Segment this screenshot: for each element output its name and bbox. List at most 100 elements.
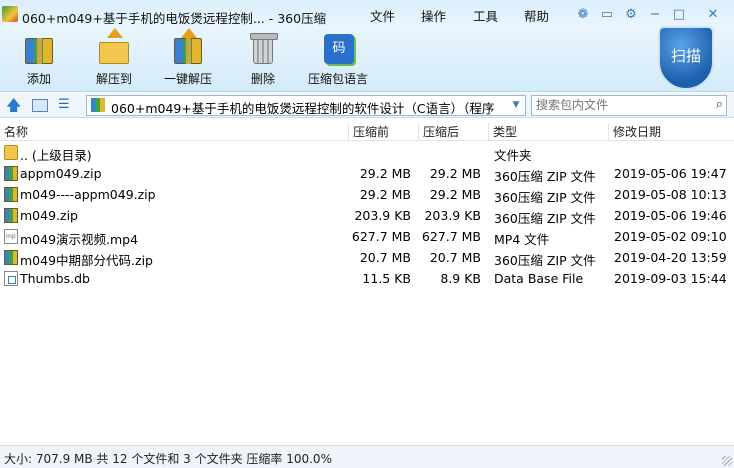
chevron-down-icon[interactable]: ▼ [509,98,523,113]
skin-icon[interactable]: ❁ [573,5,593,23]
path-text: 060+m049+基于手机的电饭煲远程控制的软件设计（C语言）（程序， [111,101,495,116]
file-packed-size: 20.7 MB [359,250,411,265]
menu-action[interactable]: 操作 [421,6,446,25]
scan-shield-button[interactable]: 扫描 [658,26,714,90]
file-unpacked-size: 203.9 KB [424,208,481,223]
archive-language-label: 压缩包语言 [307,72,368,86]
one-click-extract-icon [170,28,206,66]
search-box[interactable]: ⌕ [531,95,727,116]
zip-file-icon [4,187,18,202]
column-header: 名称 压缩前 压缩后 类型 修改日期 [0,119,734,141]
add-archive-icon [21,32,57,66]
list-item[interactable]: m049演示视频.mp4 627.7 MB 627.7 MB MP4 文件 20… [0,226,734,247]
file-modified: 2019-05-06 19:46 [614,208,727,223]
file-type: 360压缩 ZIP 文件 [494,253,596,268]
file-packed-size: 29.2 MB [359,166,411,181]
file-modified: 2019-05-08 10:13 [614,187,727,202]
column-divider[interactable] [418,123,419,141]
column-name[interactable]: 名称 [4,123,28,140]
settings-icon[interactable]: ⚙ [621,5,641,23]
list-item[interactable]: m049中期部分代码.zip 20.7 MB 20.7 MB 360压缩 ZIP… [0,247,734,268]
top-header: 060+m049+基于手机的电饭煲远程控制... - 360压缩 文件 操作 工… [0,0,734,92]
window-title: 060+m049+基于手机的电饭煲远程控制... - 360压缩 [22,11,327,26]
title-bar: 060+m049+基于手机的电饭煲远程控制... - 360压缩 文件 操作 工… [0,0,734,30]
archive-icon [91,98,105,112]
zip-file-icon [4,208,18,223]
file-unpacked-size: 8.9 KB [440,271,481,286]
database-file-icon [4,271,18,286]
up-arrow-icon[interactable]: 🡅 [6,97,24,113]
delete-button[interactable]: 删除 [243,32,283,90]
column-divider[interactable] [348,123,349,141]
file-modified: 2019-04-20 13:59 [614,250,727,265]
menu-file[interactable]: 文件 [370,6,395,25]
file-name: Thumbs.db [20,271,90,286]
file-type: 360压缩 ZIP 文件 [494,211,596,226]
menu-help[interactable]: 帮助 [524,6,549,25]
file-name: m049演示视频.mp4 [20,232,139,247]
extract-to-label: 解压到 [95,72,132,86]
add-label: 添加 [26,72,51,86]
scan-label: 扫描 [670,47,701,65]
list-item[interactable]: m049----appm049.zip 29.2 MB 29.2 MB 360压… [0,184,734,205]
file-modified: 2019-05-02 09:10 [614,229,727,244]
column-divider[interactable] [488,123,489,141]
file-packed-size: 11.5 KB [362,271,411,286]
file-name: appm049.zip [20,166,102,181]
add-button[interactable]: 添加 [16,32,62,90]
list-item[interactable]: m049.zip 203.9 KB 203.9 KB 360压缩 ZIP 文件 … [0,205,734,226]
search-input[interactable] [536,96,706,114]
extract-to-button[interactable]: 解压到 [88,28,140,90]
file-type: 360压缩 ZIP 文件 [494,169,596,184]
file-name: m049中期部分代码.zip [20,253,153,268]
menu-tools[interactable]: 工具 [473,6,498,25]
file-packed-size: 203.9 KB [354,208,411,223]
archive-language-button[interactable]: 码 压缩包语言 [306,32,370,90]
archive-language-icon: 码 [320,32,356,66]
resize-grip-icon[interactable] [722,456,732,466]
file-unpacked-size: 29.2 MB [429,187,481,202]
file-name: m049----appm049.zip [20,187,156,202]
zip-file-icon [4,166,18,181]
file-modified: 2019-09-03 15:44 [614,271,727,286]
column-modified[interactable]: 修改日期 [613,123,661,140]
delete-trash-icon [245,32,281,66]
app-logo-icon [2,6,18,22]
column-packed[interactable]: 压缩前 [353,123,389,140]
file-packed-size: 29.2 MB [359,187,411,202]
zip-file-icon [4,250,18,265]
address-bar: 🡅 ☰ 060+m049+基于手机的电饭煲远程控制的软件设计（C语言）（程序， … [0,93,734,118]
column-unpacked[interactable]: 压缩后 [423,123,459,140]
one-click-extract-button[interactable]: 一键解压 [160,28,216,90]
close-icon[interactable]: ✕ [703,5,723,23]
file-unpacked-size: 627.7 MB [421,229,481,244]
file-type: Data Base File [494,271,584,286]
extract-to-icon [96,28,132,66]
column-divider[interactable] [608,123,609,141]
file-type: 文件夹 [494,148,532,163]
list-view-icon[interactable]: ☰ [58,97,76,113]
status-bar: 大小: 707.9 MB 共 12 个文件和 3 个文件夹 压缩率 100.0% [0,445,734,468]
file-name: .. (上级目录) [20,148,92,163]
list-item[interactable]: Thumbs.db 11.5 KB 8.9 KB Data Base File … [0,268,734,289]
file-packed-size: 627.7 MB [351,229,411,244]
path-field[interactable]: 060+m049+基于手机的电饭煲远程控制的软件设计（C语言）（程序， ▼ [86,95,526,116]
file-modified: 2019-05-06 19:47 [614,166,727,181]
folder-up-icon [4,145,18,160]
file-unpacked-size: 29.2 MB [429,166,481,181]
search-icon[interactable]: ⌕ [716,97,723,112]
one-click-extract-label: 一键解压 [163,72,212,86]
minimize-icon[interactable]: − [645,5,665,23]
status-text: 大小: 707.9 MB 共 12 个文件和 3 个文件夹 压缩率 100.0% [4,452,332,466]
video-file-icon [4,229,18,244]
file-type: 360压缩 ZIP 文件 [494,190,596,205]
file-type: MP4 文件 [494,232,550,247]
file-name: m049.zip [20,208,78,223]
feedback-icon[interactable]: ▭ [597,5,617,23]
list-item[interactable]: .. (上级目录) 文件夹 [0,142,734,163]
list-item[interactable]: appm049.zip 29.2 MB 29.2 MB 360压缩 ZIP 文件… [0,163,734,184]
column-type[interactable]: 类型 [493,123,517,140]
thumbnail-view-icon[interactable] [32,99,48,112]
file-unpacked-size: 20.7 MB [429,250,481,265]
maximize-icon[interactable]: □ [669,5,689,23]
